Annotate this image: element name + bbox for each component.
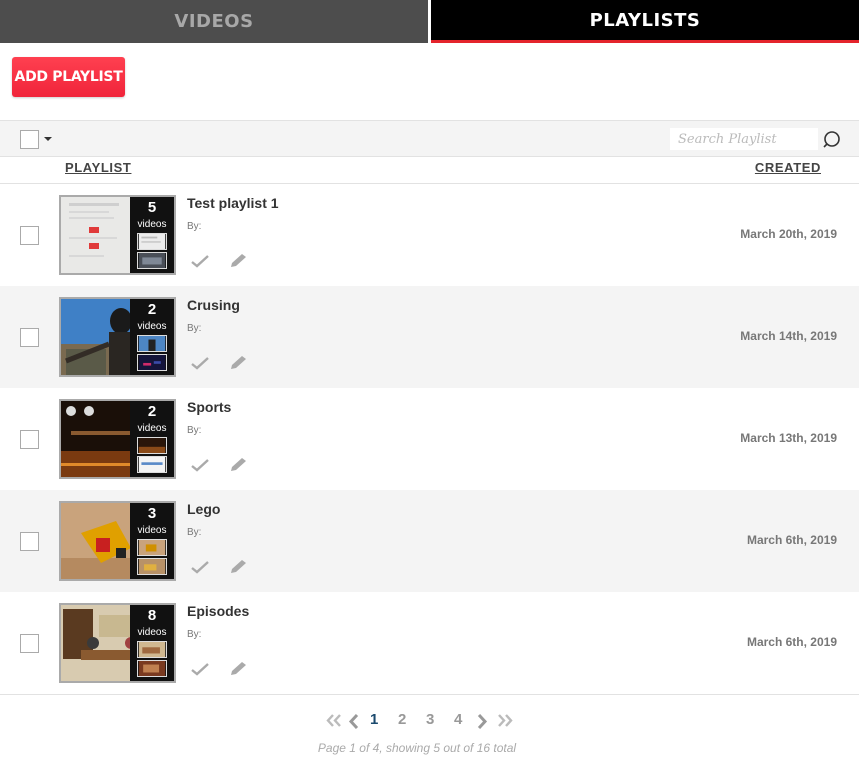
page-link[interactable]: 2 (398, 711, 406, 728)
row-checkbox[interactable] (20, 328, 39, 347)
row-checkbox[interactable] (20, 532, 39, 551)
add-playlist-button[interactable]: ADD PLAYLIST (12, 57, 125, 97)
column-header-created[interactable]: CREATED (755, 160, 821, 175)
column-header-playlist[interactable]: PLAYLIST (65, 160, 131, 175)
playlist-title[interactable]: Episodes (187, 603, 249, 619)
playlist-title[interactable]: Lego (187, 501, 220, 517)
chevron-left-icon[interactable] (348, 714, 359, 729)
mini-thumbnail (137, 641, 167, 658)
playlist-title[interactable]: Sports (187, 399, 231, 415)
select-dropdown-caret-icon[interactable] (44, 137, 52, 141)
mini-thumbnail (137, 354, 167, 371)
video-count: 2 (147, 301, 157, 318)
video-count-label: videos (137, 525, 167, 536)
mini-thumbnail (137, 437, 167, 454)
playlist-thumbnail[interactable]: 2 videos (59, 297, 176, 377)
row-checkbox[interactable] (20, 226, 39, 245)
tab-bar: VIDEOS PLAYLISTS (0, 0, 859, 43)
row-checkbox[interactable] (20, 430, 39, 449)
playlist-row: 5 videos Test playlist 1 By: March 20th,… (0, 184, 859, 286)
divider (0, 694, 859, 695)
select-all-checkbox[interactable] (20, 130, 39, 149)
tab-videos[interactable]: VIDEOS (0, 0, 428, 43)
mini-thumbnail (137, 335, 167, 352)
row-checkbox[interactable] (20, 634, 39, 653)
playlist-list: 5 videos Test playlist 1 By: March 20th,… (0, 184, 859, 694)
pencil-icon[interactable] (229, 457, 247, 473)
playlist-author: By: (187, 629, 202, 640)
playlist-author: By: (187, 323, 202, 334)
playlist-thumbnail[interactable]: 8 videos (59, 603, 176, 683)
video-count: 8 (147, 607, 157, 624)
pagination: 1 2 3 4 (0, 711, 859, 733)
playlist-thumbnail[interactable]: 2 videos (59, 399, 176, 479)
checkmark-icon[interactable] (191, 253, 209, 269)
playlist-thumbnail[interactable]: 3 videos (59, 501, 176, 581)
pagination-status: Page 1 of 4, showing 5 out of 16 total (317, 741, 517, 755)
page-link[interactable]: 1 (370, 711, 378, 728)
playlist-title[interactable]: Test playlist 1 (187, 195, 279, 211)
double-chevron-right-icon[interactable] (497, 714, 513, 727)
playlist-row: 8 videos Episodes By: March 6th, 2019 (0, 592, 859, 694)
checkmark-icon[interactable] (191, 661, 209, 677)
playlist-author: By: (187, 527, 202, 538)
pencil-icon[interactable] (229, 661, 247, 677)
playlist-author: By: (187, 221, 202, 232)
playlist-row: 3 videos Lego By: March 6th, 2019 (0, 490, 859, 592)
playlist-author: By: (187, 425, 202, 436)
mini-thumbnail (137, 252, 167, 269)
search-playlist-input[interactable] (670, 128, 818, 150)
mini-thumbnail (137, 456, 167, 473)
video-count-label: videos (137, 423, 167, 434)
created-date: March 14th, 2019 (740, 329, 837, 343)
created-date: March 20th, 2019 (740, 227, 837, 241)
created-date: March 6th, 2019 (746, 533, 837, 547)
playlist-row: 2 videos Crusing By: March 14th, 2019 (0, 286, 859, 388)
mini-thumbnail (137, 539, 167, 556)
search-icon[interactable] (822, 130, 842, 150)
mini-thumbnail (137, 660, 167, 677)
list-toolbar (0, 120, 859, 157)
page-link[interactable]: 4 (454, 711, 462, 728)
video-count-label: videos (137, 321, 167, 332)
pencil-icon[interactable] (229, 559, 247, 575)
double-chevron-left-icon[interactable] (326, 714, 342, 727)
video-count-label: videos (137, 219, 167, 230)
chevron-right-icon[interactable] (477, 714, 488, 729)
checkmark-icon[interactable] (191, 457, 209, 473)
playlist-title[interactable]: Crusing (187, 297, 240, 313)
page-link[interactable]: 3 (426, 711, 434, 728)
created-date: March 13th, 2019 (740, 431, 837, 445)
mini-thumbnail (137, 233, 167, 250)
playlist-row: 2 videos Sports By: March 13th, 2019 (0, 388, 859, 490)
created-date: March 6th, 2019 (746, 635, 837, 649)
video-count: 3 (147, 505, 157, 522)
checkmark-icon[interactable] (191, 355, 209, 371)
checkmark-icon[interactable] (191, 559, 209, 575)
playlist-thumbnail[interactable]: 5 videos (59, 195, 176, 275)
video-count: 2 (147, 403, 157, 420)
video-count: 5 (147, 199, 157, 216)
tab-playlists[interactable]: PLAYLISTS (431, 0, 859, 43)
video-count-label: videos (137, 627, 167, 638)
mini-thumbnail (137, 558, 167, 575)
pencil-icon[interactable] (229, 253, 247, 269)
pencil-icon[interactable] (229, 355, 247, 371)
